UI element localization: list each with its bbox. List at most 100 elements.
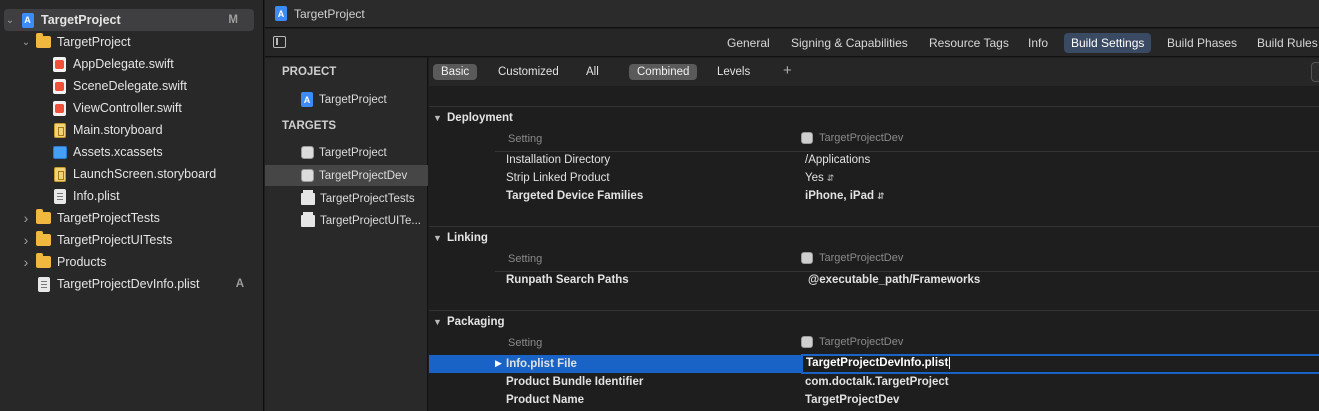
targets-list: PROJECT A TargetProject TARGETS TargetPr…	[265, 58, 428, 411]
tab-info[interactable]: Info	[1021, 33, 1055, 53]
sidebar-toggle-icon[interactable]	[273, 36, 286, 48]
editor-title-bar: A TargetProject	[265, 0, 1319, 28]
project-icon: A	[275, 6, 287, 21]
navigator-item-label: Main.storyboard	[73, 123, 163, 137]
all-filter-button[interactable]: All	[578, 64, 607, 80]
navigator-item[interactable]: LaunchScreen.storyboard	[0, 163, 264, 185]
search-input[interactable]	[1311, 62, 1319, 82]
target-label: TargetProjectTests	[320, 192, 415, 205]
combined-view-button[interactable]: Combined	[629, 64, 698, 80]
section-title: Packaging	[447, 316, 505, 328]
target-label: TargetProjectUITe...	[320, 214, 421, 227]
target-item[interactable]: TargetProject	[265, 142, 428, 163]
chevron-down-icon[interactable]: ⌄	[4, 15, 16, 26]
divider	[429, 310, 1319, 311]
app-target-icon	[301, 146, 314, 159]
setting-row[interactable]: Targeted Device Families iPhone, iPad ⇵	[429, 187, 1319, 205]
divider	[429, 106, 1319, 107]
stepper-icon: ⇵	[877, 191, 885, 201]
tab-build-settings[interactable]: Build Settings	[1064, 33, 1152, 53]
customized-filter-button[interactable]: Customized	[490, 64, 567, 80]
chevron-down-icon[interactable]: ⌄	[20, 37, 32, 48]
setting-row[interactable]: Strip Linked Product Yes ⇵	[429, 169, 1319, 187]
source-control-status-badge: A	[235, 278, 244, 290]
navigator-item[interactable]: ⌄ TargetProject	[0, 31, 264, 53]
folder-icon	[36, 231, 51, 247]
navigator-item[interactable]: Assets.xcassets	[0, 141, 264, 163]
navigator-item[interactable]: ViewController.swift	[0, 97, 264, 119]
section-packaging[interactable]: ▼ Packaging	[433, 316, 505, 328]
chevron-down-icon: ▼	[433, 113, 442, 123]
project-editor-tab-bar: General Signing & Capabilities Resource …	[265, 29, 1319, 57]
text-caret	[949, 357, 951, 369]
setting-row-selected[interactable]: ▶ Info.plist File TargetProjectDevInfo.p…	[429, 354, 1319, 374]
tab-resource-tags[interactable]: Resource Tags	[922, 33, 1016, 53]
navigator-item[interactable]: Info.plist	[0, 185, 264, 207]
navigator-item-label: TargetProjectUITests	[57, 233, 173, 247]
navigator-item[interactable]: TargetProjectDevInfo.plist A	[0, 273, 264, 295]
setting-key: Installation Directory	[506, 154, 611, 166]
navigator-item-label: TargetProjectTests	[57, 211, 160, 225]
target-item-selected[interactable]: TargetProjectDev	[265, 165, 428, 186]
setting-value[interactable]: Yes ⇵	[805, 172, 834, 184]
assets-icon	[52, 145, 67, 159]
navigator-item[interactable]: › Products	[0, 251, 264, 273]
project-item-label: TargetProject	[319, 93, 387, 106]
section-linking[interactable]: ▼ Linking	[433, 232, 488, 244]
setting-value-edit-field[interactable]: TargetProjectDevInfo.plist	[801, 354, 1319, 374]
navigator-item[interactable]: SceneDelegate.swift	[0, 75, 264, 97]
chevron-down-icon: ▼	[433, 233, 442, 243]
project-item[interactable]: A TargetProject	[265, 89, 428, 110]
navigator-item-label: Info.plist	[73, 189, 120, 203]
navigator-item[interactable]: › TargetProjectTests	[0, 207, 264, 229]
navigator-item[interactable]: › TargetProjectUITests	[0, 229, 264, 251]
folder-icon	[36, 33, 51, 49]
storyboard-icon	[52, 166, 67, 182]
source-control-status-badge: M	[228, 14, 238, 26]
navigator-item-label: Products	[57, 255, 107, 269]
setting-value: com.doctalk.TargetProject	[805, 376, 949, 388]
basic-filter-button[interactable]: Basic	[433, 64, 478, 80]
chevron-right-icon[interactable]: ›	[20, 210, 32, 226]
target-label: TargetProject	[319, 146, 387, 159]
target-item[interactable]: TargetProjectTests	[265, 188, 428, 209]
chevron-right-icon[interactable]: ›	[20, 254, 32, 270]
app-target-icon	[801, 132, 813, 144]
setting-row[interactable]: Product Name TargetProjectDev	[429, 391, 1319, 409]
target-column-header: TargetProjectDev	[801, 252, 903, 264]
navigator-item[interactable]: Main.storyboard	[0, 119, 264, 141]
setting-row[interactable]: Installation Directory /Applications	[429, 151, 1319, 169]
navigator-item-label: Assets.xcassets	[73, 145, 163, 159]
chevron-right-icon[interactable]: ▶	[495, 358, 502, 369]
chevron-right-icon[interactable]: ›	[20, 232, 32, 248]
setting-value: TargetProjectDev	[805, 394, 900, 406]
target-column-header: TargetProjectDev	[801, 336, 903, 348]
tab-build-phases[interactable]: Build Phases	[1160, 33, 1244, 53]
setting-row[interactable]: Runpath Search Paths @executable_path/Fr…	[429, 271, 1319, 289]
plist-icon	[36, 276, 51, 292]
setting-value: /Applications	[805, 154, 871, 166]
setting-column-header: Setting	[508, 253, 543, 265]
folder-icon	[36, 253, 51, 269]
build-settings-table: ▼ Deployment Setting TargetProjectDev In…	[429, 87, 1319, 411]
swift-file-icon	[52, 100, 67, 116]
tab-signing-capabilities[interactable]: Signing & Capabilities	[784, 33, 915, 53]
navigator-item-label: ViewController.swift	[73, 101, 182, 115]
navigator-item-label: AppDelegate.swift	[73, 57, 174, 71]
build-settings-filter-bar: Basic Customized All Combined Levels +	[429, 58, 1319, 86]
plist-icon	[52, 188, 67, 204]
section-deployment[interactable]: ▼ Deployment	[433, 112, 513, 124]
setting-value[interactable]: iPhone, iPad ⇵	[805, 190, 885, 202]
setting-row[interactable]: Product Bundle Identifier com.doctalk.Ta…	[429, 373, 1319, 391]
tab-general[interactable]: General	[720, 33, 777, 53]
tab-build-rules[interactable]: Build Rules	[1250, 33, 1319, 53]
project-icon: A	[301, 92, 313, 107]
setting-key: Product Bundle Identifier	[506, 376, 644, 388]
target-item[interactable]: TargetProjectUITe...	[265, 210, 428, 231]
navigator-item-label: SceneDelegate.swift	[73, 79, 187, 93]
add-setting-icon[interactable]: +	[783, 62, 792, 79]
setting-key: Product Name	[506, 394, 584, 406]
navigator-item[interactable]: ⌄ A TargetProject M	[4, 9, 254, 31]
levels-view-button[interactable]: Levels	[709, 64, 758, 80]
navigator-item[interactable]: AppDelegate.swift	[0, 53, 264, 75]
